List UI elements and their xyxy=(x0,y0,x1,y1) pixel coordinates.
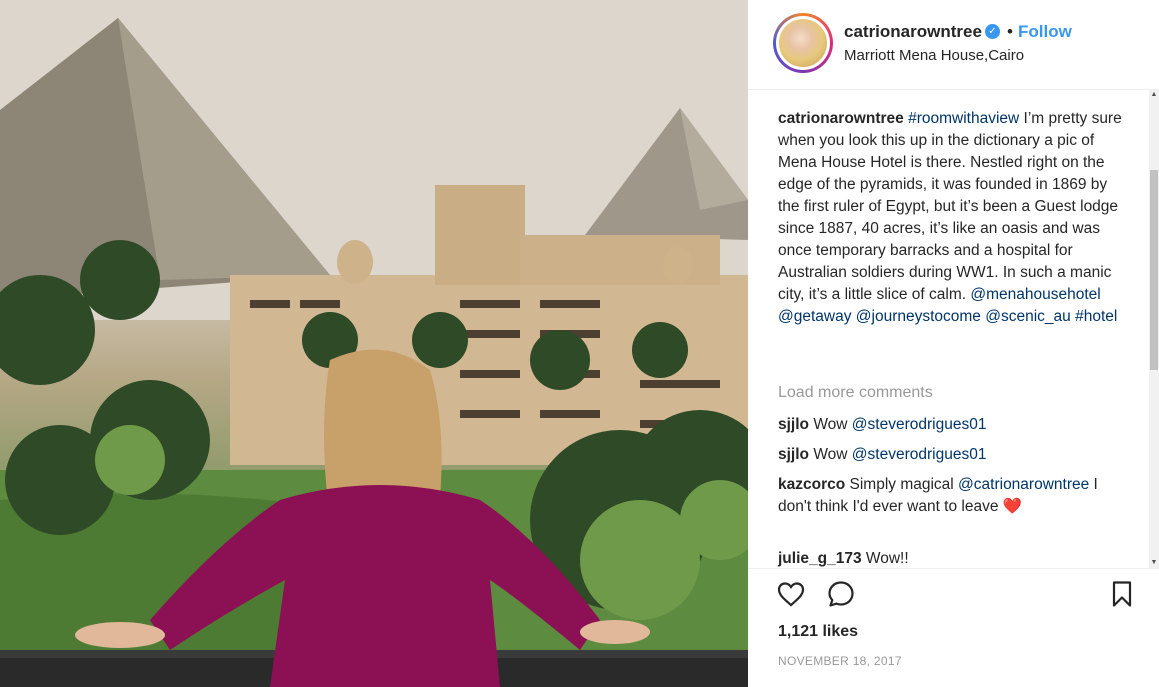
post-side-panel: catrionarowntree ✓ • Follow Marriott Men… xyxy=(748,0,1159,687)
caption-tag[interactable]: @menahousehotel xyxy=(970,286,1100,303)
comment-item: kazcorco Simply magical @catrionarowntre… xyxy=(778,474,1128,518)
like-heart-icon[interactable] xyxy=(776,579,806,609)
caption-tag[interactable]: @journeystocome xyxy=(856,308,981,325)
photo-scene xyxy=(0,0,748,687)
caption-tag[interactable]: @scenic_au xyxy=(985,308,1071,325)
comment-username[interactable]: sjjlo xyxy=(778,416,809,433)
likes-count[interactable]: 1,121 likes xyxy=(778,623,858,641)
post-actions: 1,121 likes NOVEMBER 18, 2017 xyxy=(748,568,1159,687)
comment-item: sjjlo Wow @steverodrigues01 xyxy=(778,444,1128,466)
scroll-up-arrow-icon[interactable]: ▲ xyxy=(1149,90,1159,100)
comment-mention[interactable]: @catrionarowntree xyxy=(958,476,1089,493)
scroll-down-arrow-icon[interactable]: ▼ xyxy=(1149,558,1159,568)
comment-username[interactable]: julie_g_173 xyxy=(778,550,862,567)
comments-section: catrionarowntree #roomwithaview I’m pret… xyxy=(748,90,1159,568)
post-date[interactable]: NOVEMBER 18, 2017 xyxy=(778,654,902,668)
bookmark-icon[interactable] xyxy=(1107,579,1137,609)
comment-mention[interactable]: @steverodrigues01 xyxy=(852,416,987,433)
follow-button[interactable]: Follow xyxy=(1018,22,1072,42)
comment-mention[interactable]: @steverodrigues01 xyxy=(852,446,987,463)
avatar-image xyxy=(776,16,830,70)
comments-scrollbar[interactable]: ▲ ▼ xyxy=(1149,90,1159,568)
caption-text: I’m pretty sure when you look this up in… xyxy=(778,110,1122,303)
separator-dot: • xyxy=(1007,22,1013,41)
scrollbar-thumb[interactable] xyxy=(1150,170,1158,370)
username-link[interactable]: catrionarowntree xyxy=(844,22,982,42)
avatar[interactable] xyxy=(773,13,833,73)
heart-emoji-icon: ❤️ xyxy=(1002,498,1023,515)
verified-badge-icon: ✓ xyxy=(985,24,1000,39)
caption-hashtag[interactable]: #roomwithaview xyxy=(908,110,1019,127)
post-header: catrionarowntree ✓ • Follow Marriott Men… xyxy=(748,0,1159,90)
caption-username[interactable]: catrionarowntree xyxy=(778,110,904,127)
comment-text: Wow!! xyxy=(861,550,909,567)
location-link[interactable]: Marriott Mena House,Cairo xyxy=(844,47,1024,64)
load-more-comments-button[interactable]: Load more comments xyxy=(778,384,933,402)
post-photo xyxy=(0,0,748,687)
comment-item: sjjlo Wow @steverodrigues01 xyxy=(778,414,1128,436)
comment-text: Wow xyxy=(809,446,852,463)
caption-tag[interactable]: #hotel xyxy=(1075,308,1117,325)
post-caption: catrionarowntree #roomwithaview I’m pret… xyxy=(778,108,1128,328)
comment-item: julie_g_173 Wow!! xyxy=(778,548,1128,568)
comment-text: Wow xyxy=(809,416,852,433)
comment-username[interactable]: kazcorco xyxy=(778,476,845,493)
comment-username[interactable]: sjjlo xyxy=(778,446,809,463)
comment-text: Simply magical xyxy=(845,476,959,493)
caption-tag[interactable]: @getaway xyxy=(778,308,851,325)
comment-bubble-icon[interactable] xyxy=(826,579,856,609)
